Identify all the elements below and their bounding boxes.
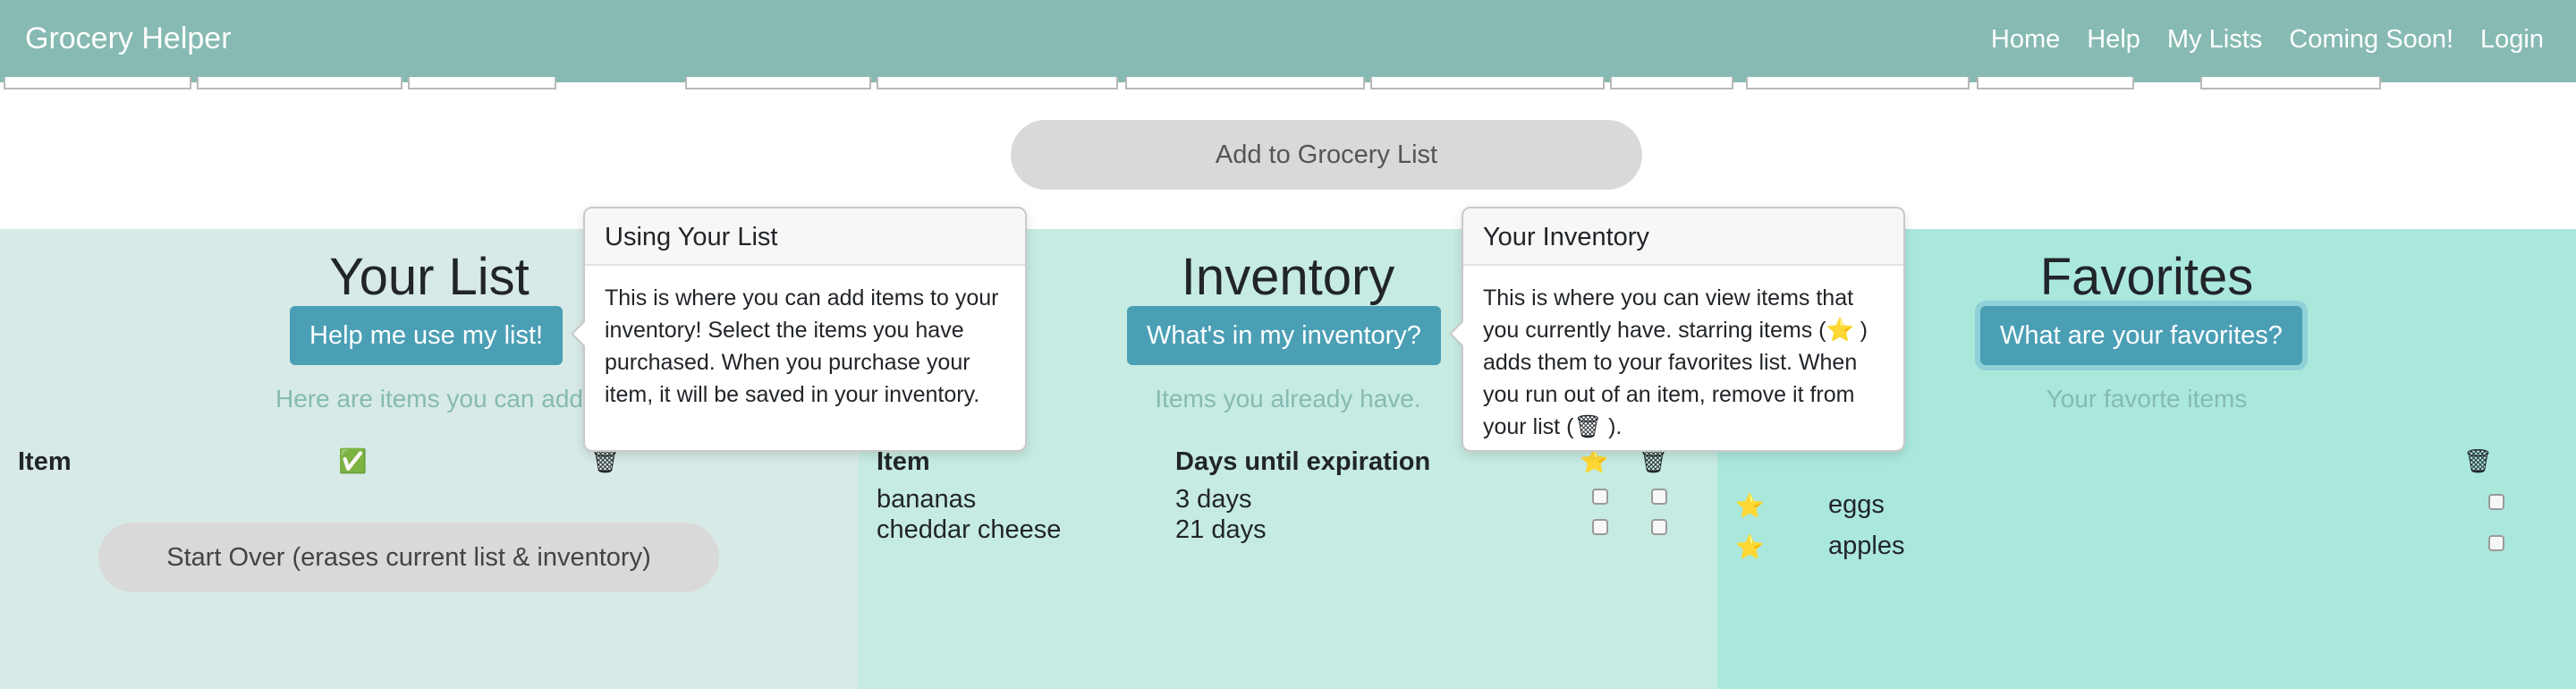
nav-home-link[interactable]: Home <box>1991 25 2060 55</box>
favorite-item-name: eggs <box>1828 490 1885 519</box>
inventory-item-name: cheddar cheese <box>877 515 1062 544</box>
star-checkbox[interactable] <box>1592 519 1608 535</box>
item-option-box[interactable] <box>1977 77 2134 89</box>
add-to-grocery-list-button[interactable]: Add to Grocery List <box>1011 120 1642 190</box>
nav-links: Home Help My Lists Coming Soon! Login <box>1991 25 2544 55</box>
item-option-box[interactable] <box>408 77 556 89</box>
inventory-help-button[interactable]: What's in my inventory? <box>1127 306 1441 365</box>
remove-checkbox[interactable] <box>1651 519 1667 535</box>
remove-checkbox[interactable] <box>2488 494 2504 510</box>
trash-icon: 🗑 <box>590 447 621 474</box>
purchased-check-icon: ✅ <box>338 447 368 474</box>
inventory-item-days: 3 days <box>1175 485 1252 514</box>
inventory-header-days: Days until expiration <box>1175 447 1431 476</box>
nav-my-lists-link[interactable]: My Lists <box>2167 25 2262 55</box>
inventory-help-popover: Your Inventory This is where you can vie… <box>1449 207 1905 452</box>
navbar: Grocery Helper Home Help My Lists Coming… <box>0 0 2576 82</box>
popover-arrow <box>571 319 586 348</box>
nav-login-link[interactable]: Login <box>2480 25 2544 55</box>
inventory-item-days: 21 days <box>1175 515 1267 544</box>
nav-coming-soon-link[interactable]: Coming Soon! <box>2289 25 2453 55</box>
item-option-box[interactable] <box>2200 77 2381 89</box>
item-option-box[interactable] <box>685 77 871 89</box>
popover-body: This is where you can view items that yo… <box>1463 266 1903 459</box>
list-help-button[interactable]: Help me use my list! <box>290 306 564 365</box>
favorites-help-button[interactable]: What are your favorites? <box>1980 306 2302 365</box>
item-option-box[interactable] <box>4 77 191 89</box>
nav-help-link[interactable]: Help <box>2087 25 2140 55</box>
item-option-box[interactable] <box>877 77 1118 89</box>
popover-body-text: This is where you can view items that yo… <box>1483 285 1854 343</box>
trash-icon: 🗑 <box>1573 414 1603 439</box>
star-icon: ⭐ <box>1735 533 1765 560</box>
list-help-popover: Using Your List This is where you can ad… <box>571 207 1027 452</box>
item-option-box[interactable] <box>197 77 402 89</box>
item-option-box[interactable] <box>1370 77 1605 89</box>
favorite-item-name: apples <box>1828 532 1905 560</box>
item-option-box[interactable] <box>1746 77 1970 89</box>
item-option-box[interactable] <box>1125 77 1365 89</box>
brand-logo[interactable]: Grocery Helper <box>25 21 232 56</box>
popover-body: This is where you can add items to your … <box>605 285 999 407</box>
item-option-box[interactable] <box>1610 77 1733 89</box>
star-icon: ⭐ <box>1735 492 1765 519</box>
inventory-item-name: bananas <box>877 485 977 514</box>
popover-body-text: ). <box>1602 414 1623 439</box>
star-checkbox[interactable] <box>1592 489 1608 505</box>
popover-title: Your Inventory <box>1463 208 1903 266</box>
list-header-item: Item <box>18 447 72 476</box>
trash-icon: 🗑 <box>2463 447 2494 474</box>
popover-title: Using Your List <box>585 208 1025 266</box>
remove-checkbox[interactable] <box>1651 489 1667 505</box>
remove-checkbox[interactable] <box>2488 535 2504 551</box>
star-icon: ⭐ <box>1826 318 1854 343</box>
start-over-button[interactable]: Start Over (erases current list & invent… <box>98 523 719 592</box>
popover-arrow <box>1449 319 1464 348</box>
